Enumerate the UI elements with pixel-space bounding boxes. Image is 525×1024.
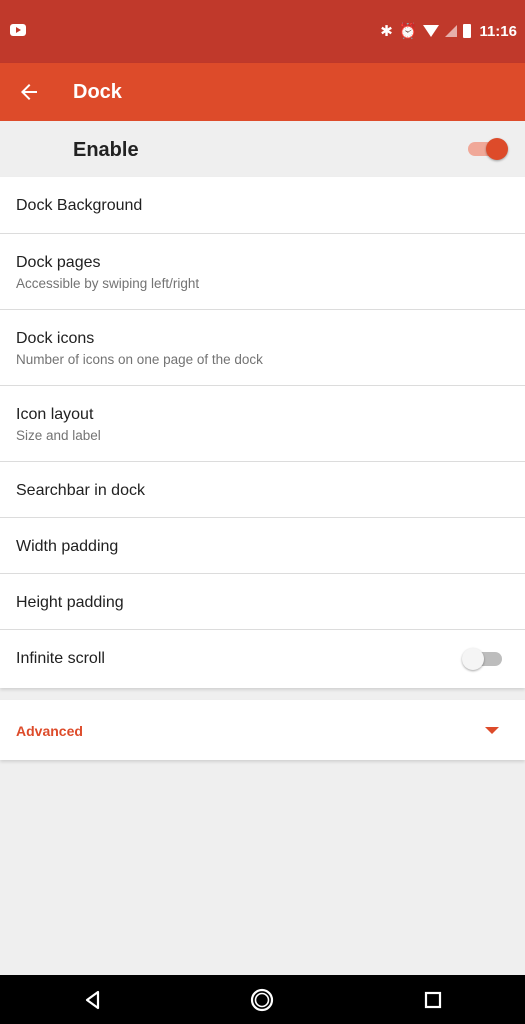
list-item-width-padding[interactable]: Width padding	[0, 518, 525, 574]
youtube-notification-icon	[10, 24, 26, 36]
enable-label: Enable	[73, 139, 139, 161]
enable-row[interactable]: Enable	[0, 121, 525, 177]
status-icons: ✱ ⏰ 11:16	[380, 22, 517, 41]
status-bar: ✱ ⏰ 11:16	[0, 0, 525, 63]
infinite-scroll-switch-knob	[462, 648, 484, 670]
list-item-title: Height padding	[16, 594, 124, 611]
battery-icon	[463, 24, 472, 38]
list-item-icon-layout[interactable]: Icon layout Size and label	[0, 386, 525, 462]
home-nav-icon[interactable]	[249, 987, 275, 1013]
alarm-icon: ⏰	[398, 23, 418, 40]
list-item-dock-pages[interactable]: Dock pages Accessible by swiping left/ri…	[0, 234, 525, 310]
list-item-dock-background[interactable]: Dock Background	[0, 177, 525, 234]
advanced-label: Advanced	[16, 723, 83, 739]
list-item-searchbar-in-dock[interactable]: Searchbar in dock	[0, 462, 525, 518]
list-item-subtitle: Accessible by swiping left/right	[16, 276, 200, 291]
list-item-title: Infinite scroll	[16, 650, 105, 667]
enable-switch[interactable]	[468, 138, 508, 160]
list-item-title: Dock icons	[16, 330, 95, 347]
list-item-subtitle: Number of icons on one page of the dock	[16, 352, 263, 367]
list-item-infinite-scroll[interactable]: Infinite scroll	[0, 630, 525, 688]
list-item-height-padding[interactable]: Height padding	[0, 574, 525, 630]
list-item-title: Dock pages	[16, 254, 101, 271]
advanced-section[interactable]: Advanced	[0, 700, 525, 760]
list-item-title: Icon layout	[16, 406, 94, 423]
infinite-scroll-switch[interactable]	[462, 648, 502, 670]
list-item-dock-icons[interactable]: Dock icons Number of icons on one page o…	[0, 310, 525, 386]
app-bar: Dock	[0, 63, 525, 121]
wifi-icon	[423, 25, 440, 37]
chevron-down-icon[interactable]	[485, 727, 499, 734]
signal-icon	[445, 25, 458, 37]
bluetooth-icon: ✱	[380, 23, 393, 40]
navigation-bar	[0, 975, 525, 1024]
list-item-title: Searchbar in dock	[16, 482, 145, 499]
recents-nav-icon[interactable]	[420, 987, 446, 1013]
list-item-subtitle: Size and label	[16, 428, 101, 443]
enable-switch-knob	[486, 138, 508, 160]
page-title: Dock	[73, 81, 122, 103]
arrow-left-icon[interactable]	[17, 80, 41, 104]
list-item-title: Dock Background	[16, 197, 143, 214]
back-nav-icon[interactable]	[80, 987, 106, 1013]
settings-list: Dock Background Dock pages Accessible by…	[0, 177, 525, 688]
status-time: 11:16	[479, 22, 517, 40]
list-item-title: Width padding	[16, 538, 119, 555]
